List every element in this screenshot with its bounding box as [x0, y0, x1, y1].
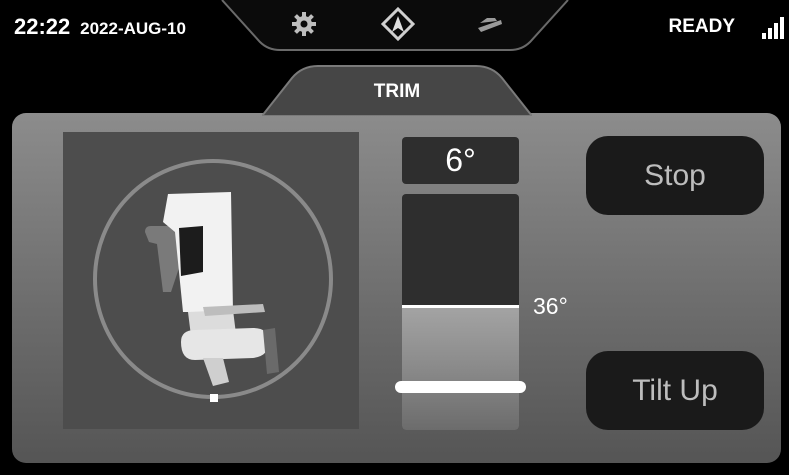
stop-button[interactable]: Stop [586, 136, 764, 215]
trim-gauge [402, 194, 519, 430]
time-text: 22:22 [14, 14, 71, 39]
tilt-up-button[interactable]: Tilt Up [586, 351, 764, 430]
top-nav [220, 0, 570, 54]
outboard-motor-icon [93, 159, 333, 402]
signal-bars-icon [762, 17, 786, 39]
gear-icon[interactable] [290, 10, 318, 38]
trim-position-indicator[interactable] [395, 381, 526, 393]
date-text: 2022-AUG-10 [80, 19, 186, 38]
trim-gauge-fill [402, 306, 519, 430]
trim-limit-line [402, 305, 519, 308]
trim-limit-label: 36° [533, 293, 568, 319]
navigation-arrow-icon[interactable] [380, 6, 416, 42]
status-text: READY [668, 16, 735, 37]
clock: 22:22 2022-AUG-10 [14, 14, 186, 40]
boat-icon[interactable] [475, 12, 505, 36]
outboard-illustration [63, 132, 359, 429]
trim-angle-readout: 6° [445, 142, 476, 178]
tab-trim-label: TRIM [373, 81, 421, 102]
